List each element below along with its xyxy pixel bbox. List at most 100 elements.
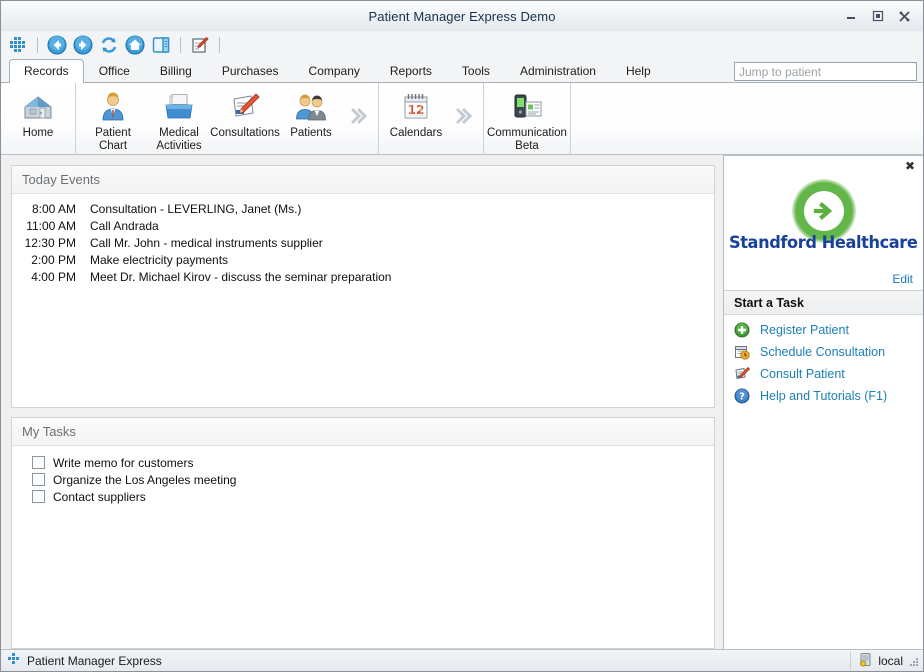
application-window: Patient Manager Express Demo Records Off… <box>0 0 924 672</box>
ribbon-button-calendars-label: Calendars <box>389 127 443 139</box>
ribbon-button-consultations-label: Consultations <box>210 127 280 139</box>
status-app-label: Patient Manager Express <box>27 653 162 668</box>
ribbon-filler <box>571 83 923 154</box>
today-events-title: Today Events <box>12 166 714 194</box>
ribbon-button-home-label: Home <box>22 127 54 139</box>
task-checkbox[interactable] <box>32 456 45 469</box>
refresh-icon[interactable] <box>98 34 120 56</box>
logo-text: Standford Healthcare <box>729 233 918 253</box>
start-a-task-links: Register Patient Schedule Consultation C… <box>724 315 923 404</box>
schedule-icon <box>734 344 750 360</box>
edit-logo-link[interactable]: Edit <box>892 272 915 286</box>
ribbon-button-medical-activities[interactable]: Medical Activities <box>146 87 212 152</box>
ribbon-group-records: Patient Chart Medical Activities Consult… <box>76 83 379 154</box>
ribbon-button-patients[interactable]: Patients <box>278 87 344 140</box>
home-icon[interactable] <box>124 34 146 56</box>
event-description: Make electricity payments <box>90 253 229 267</box>
tab-help[interactable]: Help <box>611 59 666 82</box>
ribbon-button-home[interactable]: Home <box>5 87 71 140</box>
link-consult-patient[interactable]: Consult Patient <box>734 366 923 382</box>
tab-records[interactable]: Records <box>9 59 84 83</box>
ribbon-group-home: Home <box>1 83 76 154</box>
event-time: 2:00 PM <box>31 253 76 267</box>
task-checkbox[interactable] <box>32 473 45 486</box>
task-row[interactable]: Contact suppliers <box>18 488 708 505</box>
ribbon-group-communication: Communication Beta <box>484 83 571 154</box>
ribbon-button-calendars[interactable]: 12 Calendars <box>383 87 449 140</box>
link-register-patient[interactable]: Register Patient <box>734 322 923 338</box>
minimize-icon[interactable] <box>842 9 859 24</box>
today-events-panel: Today Events 8:00 AM Consultation - LEVE… <box>11 165 715 408</box>
app-logo-icon <box>7 652 21 669</box>
svg-text:?: ? <box>739 392 745 403</box>
event-row[interactable]: 11:00 AM Call Andrada <box>18 219 708 236</box>
close-icon[interactable] <box>896 9 913 24</box>
organization-logo: Standford Healthcare <box>729 170 918 262</box>
database-icon <box>859 652 873 670</box>
search-wrap <box>734 62 923 82</box>
quick-toolbar <box>1 31 923 59</box>
notes-icon[interactable] <box>189 34 211 56</box>
calendar-icon: 12 <box>400 90 432 124</box>
search-input[interactable] <box>734 62 917 81</box>
tab-company[interactable]: Company <box>294 59 375 82</box>
help-icon: ? <box>734 388 750 404</box>
event-row[interactable]: 4:00 PM Meet Dr. Michael Kirov - discuss… <box>18 270 708 287</box>
title-bar: Patient Manager Express Demo <box>1 1 923 31</box>
svg-text:12: 12 <box>408 103 425 117</box>
right-sidebar: ✖ Standford Healthcare Edit Start a Task <box>723 155 923 649</box>
ribbon-button-patient-chart[interactable]: Patient Chart <box>80 87 146 152</box>
main-column: Today Events 8:00 AM Consultation - LEVE… <box>1 161 723 649</box>
ribbon-button-communication[interactable]: Communication Beta <box>487 87 567 152</box>
event-description: Call Andrada <box>90 219 159 233</box>
event-description: Call Mr. John - medical instruments supp… <box>90 236 323 250</box>
tab-billing[interactable]: Billing <box>145 59 207 82</box>
link-schedule-consultation-label: Schedule Consultation <box>760 345 886 359</box>
ribbon-group-calendars: 12 Calendars <box>379 83 484 154</box>
task-label: Write memo for customers <box>53 455 194 470</box>
maximize-icon[interactable] <box>869 9 886 24</box>
tab-administration[interactable]: Administration <box>505 59 611 82</box>
status-connection-label: local <box>878 653 903 668</box>
window-title: Patient Manager Express Demo <box>368 8 556 24</box>
ribbon-overflow-chevron-1[interactable] <box>344 87 374 145</box>
event-description: Meet Dr. Michael Kirov - discuss the sem… <box>90 270 392 284</box>
sidebar-filler <box>724 404 923 649</box>
tab-purchases[interactable]: Purchases <box>207 59 294 82</box>
event-row[interactable]: 8:00 AM Consultation - LEVERLING, Janet … <box>18 202 708 219</box>
panel-icon[interactable] <box>150 34 172 56</box>
toolbar-separator <box>37 37 38 53</box>
link-help-and-tutorials[interactable]: ? Help and Tutorials (F1) <box>734 388 923 404</box>
toolbar-separator-2 <box>180 37 181 53</box>
event-description: Consultation - LEVERLING, Janet (Ms.) <box>90 202 302 216</box>
ribbon-button-patients-label: Patients <box>290 127 332 139</box>
status-app: Patient Manager Express <box>7 652 162 669</box>
ribbon-button-consultations[interactable]: Consultations <box>210 87 280 140</box>
back-icon[interactable] <box>46 34 68 56</box>
my-tasks-title: My Tasks <box>12 418 714 446</box>
app-menu-icon[interactable] <box>7 34 29 56</box>
task-row[interactable]: Organize the Los Angeles meeting <box>18 471 708 488</box>
ribbon-button-medical-activities-label: Medical Activities <box>156 127 202 152</box>
link-consult-patient-label: Consult Patient <box>760 367 845 381</box>
tab-tools[interactable]: Tools <box>447 59 505 82</box>
resize-grip[interactable] <box>908 656 920 668</box>
task-label: Contact suppliers <box>53 489 146 504</box>
task-checkbox[interactable] <box>32 490 45 503</box>
tab-office[interactable]: Office <box>84 59 145 82</box>
window-controls <box>842 9 923 24</box>
forward-icon[interactable] <box>72 34 94 56</box>
status-bar: Patient Manager Express local <box>1 649 923 671</box>
task-row[interactable]: Write memo for customers <box>18 454 708 471</box>
ribbon-overflow-chevron-2[interactable] <box>449 87 479 145</box>
close-icon[interactable]: ✖ <box>904 159 916 173</box>
ribbon: Home Patient Chart Medical Activities Co… <box>1 83 923 155</box>
event-row[interactable]: 12:30 PM Call Mr. John - medical instrum… <box>18 236 708 253</box>
ribbon-button-patient-chart-label: Patient Chart <box>95 127 131 152</box>
event-time: 8:00 AM <box>31 202 76 216</box>
link-schedule-consultation[interactable]: Schedule Consultation <box>734 344 923 360</box>
tab-reports[interactable]: Reports <box>375 59 447 82</box>
event-row[interactable]: 2:00 PM Make electricity payments <box>18 253 708 270</box>
house-icon <box>21 90 55 124</box>
my-tasks-list: Write memo for customers Organize the Lo… <box>12 446 714 648</box>
